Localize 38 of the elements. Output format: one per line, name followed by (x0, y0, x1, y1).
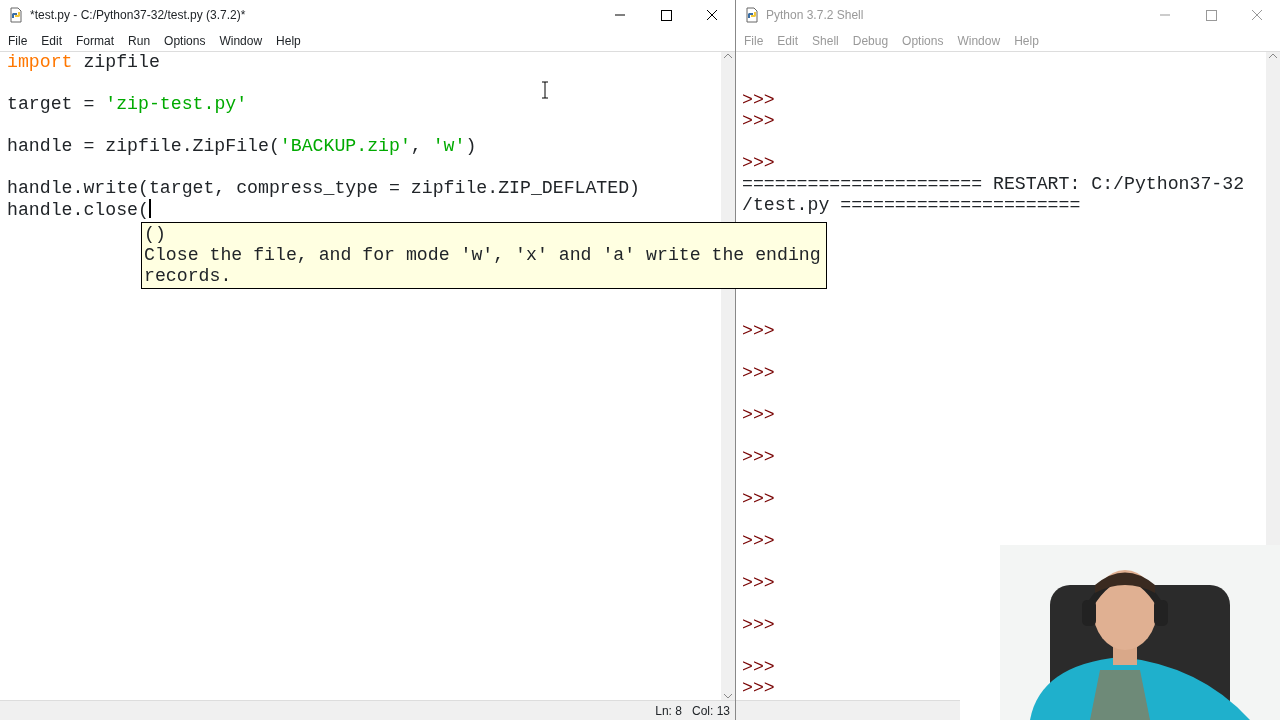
shell-output: /test.py ====================== (742, 195, 1081, 215)
code-line: handle.close( (7, 200, 149, 220)
shell-prompt: >>> (742, 489, 775, 509)
shell-prompt: >>> (742, 447, 775, 467)
menu-item[interactable]: Format (69, 31, 122, 50)
menu-item[interactable]: Help (269, 31, 308, 50)
python-file-icon (744, 7, 760, 23)
menu-item[interactable]: Window (212, 31, 270, 50)
scroll-up-icon[interactable] (723, 52, 733, 60)
code-line: handle.write(target, compress_type = zipfile.ZIP_DEFLATED) (7, 178, 641, 198)
status-line: Ln: 8 (655, 702, 682, 720)
shell-output: ====================== RESTART: C:/Python37-32 (742, 174, 1245, 194)
window-title: *test.py - C:/Python37-32/test.py (3.7.2)* (30, 7, 247, 24)
window-title: Python 3.7.2 Shell (766, 7, 865, 24)
menu-item[interactable]: Options (157, 31, 213, 50)
text-cursor-icon (541, 81, 549, 99)
shell-prompt: >>> (742, 678, 775, 698)
menu-item[interactable]: Run (121, 31, 158, 50)
shell-prompt: >>> (742, 321, 775, 341)
menu-item[interactable]: Edit (34, 31, 70, 50)
code-line: handle = zipfile.ZipFile('BACKUP.zip', 'w') (7, 136, 477, 156)
shell-prompt: >>> (742, 573, 775, 593)
code-line: import zipfile (7, 52, 160, 72)
shell-prompt: >>> (742, 363, 775, 383)
python-file-icon (8, 7, 24, 23)
scroll-up-icon[interactable] (1268, 52, 1278, 60)
status-column: Col: 13 (691, 701, 730, 720)
shell-prompt: >>> (742, 531, 775, 551)
calltip: () Close the file, and for mode 'w', 'x' and 'a' write the ending records. (141, 222, 827, 289)
menu-item[interactable]: File (0, 31, 35, 50)
code-line: target = 'zip-test.py' (7, 94, 248, 114)
scroll-down-icon[interactable] (723, 692, 733, 700)
shell-prompt: >>> (742, 615, 775, 635)
shell-prompt: >>> (742, 111, 775, 131)
shell-prompt: >>> (742, 405, 775, 425)
shell-prompt: >>> (742, 90, 775, 110)
shell-prompt: >>> (742, 153, 775, 173)
shell-prompt: >>> (742, 657, 775, 677)
